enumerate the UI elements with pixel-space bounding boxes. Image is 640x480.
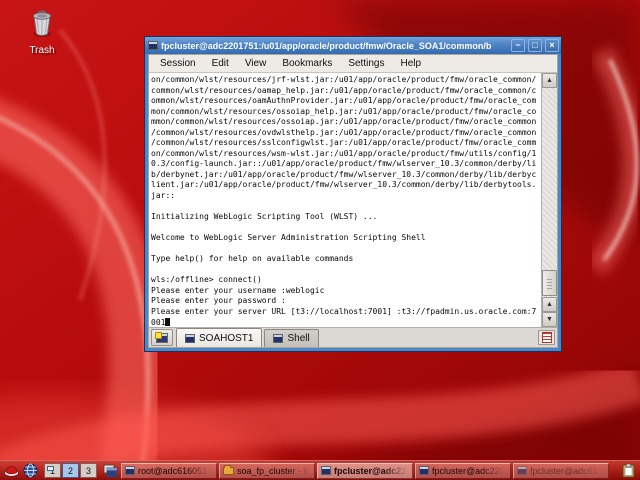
globe-icon [23,463,38,478]
close-button[interactable]: × [545,39,559,52]
terminal-line: mmon/common/wlst/resources/ossoiap.jar:/… [151,117,541,128]
konsole-window: fpcluster@adc2201751:/u01/app/oracle/pro… [144,36,562,352]
terminal-line: lient.jar:/u01/app/oracle/product/fmw/wl… [151,180,541,191]
window-titlebar[interactable]: fpcluster@adc2201751:/u01/app/oracle/pro… [145,37,561,54]
konsole-icon [321,466,331,475]
menu-item-help[interactable]: Help [392,56,429,71]
terminal-line: Please enter your password : [151,296,541,307]
menu-item-settings[interactable]: Settings [340,56,392,71]
red-hat-icon [4,464,19,478]
terminal-output[interactable]: on/common/wlst/resources/jrf-wlst.jar:/u… [149,73,541,327]
session-list-icon [542,332,552,343]
tab-soahost1[interactable]: SOAHOST1 [176,328,262,347]
maximize-button[interactable]: □ [528,39,542,52]
terminal-line: on/common/wlst/resources/wsm-wlst.jar:/u… [151,149,541,160]
session-list-button[interactable] [538,330,555,345]
terminal-line: Please enter your username :weblogic [151,286,541,297]
tabs-container: SOAHOST1 Shell [176,328,321,347]
tab-label: Shell [287,333,309,344]
terminal-line: /common/wlst/resources/ovdwlsthelp.jar:/… [151,128,541,139]
terminal-line: Initializing WebLogic Scripting Tool (WL… [151,212,541,223]
task-label: root@adc6160517 [138,466,213,476]
terminal-line: Type help() for help on available comman… [151,254,541,265]
tab-shell[interactable]: Shell [264,329,318,347]
task-button[interactable]: root@adc6160517 [121,463,217,479]
scroll-up-icon-bottom[interactable]: ▲ [542,297,557,312]
task-label: fpcluster@adc22 [334,466,409,476]
taskbar: 12 3 root@adc6160517 soa_fp_cluster - K fpc… [0,460,640,480]
browser-launcher-button[interactable] [22,463,39,479]
konsole-window-icon [148,41,158,50]
minimize-button[interactable]: − [511,39,525,52]
pager-label: 3 [86,466,91,476]
task-button[interactable]: soa_fp_cluster - K [219,463,315,479]
tab-label: SOAHOST1 [199,333,253,344]
task-button-list: root@adc6160517 soa_fp_cluster - K fpclust… [121,463,618,479]
menu-item-session[interactable]: Session [152,56,204,71]
terminal-line: Welcome to WebLogic Server Administratio… [151,233,541,244]
trash-icon [27,8,57,38]
text-cursor [165,318,170,326]
konsole-icon [125,466,135,475]
terminal-line: common/wlst/resources/oamap_help.jar:/u0… [151,86,541,97]
window-title: fpcluster@adc2201751:/u01/app/oracle/pro… [161,41,508,51]
new-session-button[interactable] [151,329,173,346]
new-session-icon [156,333,168,343]
terminal-line: mon/common/wlst/resources/ossoiap_help.j… [151,107,541,118]
terminal-line [151,223,541,234]
terminal-cursor-text: 001 [151,318,165,327]
klipper-tray-button[interactable] [620,463,637,479]
pager-desktop-1[interactable]: 1 [44,463,61,478]
scrollbar-track[interactable] [542,88,557,297]
show-desktop-icon [103,464,118,478]
show-desktop-button[interactable] [102,463,119,479]
terminal-line: Please enter your server URL [t3://local… [151,307,541,318]
terminal-cursor-line: 001 [151,318,541,327]
terminal-line: jar:: [151,191,541,202]
scroll-down-icon[interactable]: ▼ [542,312,557,327]
tab-bar: SOAHOST1 Shell [149,327,557,347]
konsole-icon [517,466,527,475]
terminal-line: 0.3/config-launch.jar::/u01/app/oracle/p… [151,159,541,170]
task-button[interactable]: fpcluster@adc22 [317,463,413,479]
task-label: fpcluster@adc220 [432,466,507,476]
trash-label: Trash [14,45,70,56]
scrollbar-thumb[interactable] [542,270,557,296]
desktop: Trash fpcluster@adc2201751:/u01/app/orac… [0,0,640,480]
launcher-menu-button[interactable] [3,463,20,479]
terminal-line: ommon/wlst/resources/oamAuthnProvider.ja… [151,96,541,107]
terminal-line: on/common/wlst/resources/jrf-wlst.jar:/u… [151,75,541,86]
folder-icon [223,467,234,475]
konsole-tab-icon [273,334,283,343]
terminal-line: wls:/offline> connect() [151,275,541,286]
window-body: SessionEditViewBookmarksSettingsHelp on/… [148,54,558,348]
terminal-line: /common/wlst/resources/sslconfigwlst.jar… [151,138,541,149]
terminal-line [151,202,541,213]
menu-item-bookmarks[interactable]: Bookmarks [274,56,340,71]
menu-item-edit[interactable]: Edit [204,56,237,71]
pager-desktop-3[interactable]: 3 [80,463,97,478]
scroll-up-icon[interactable]: ▲ [542,73,557,88]
clipboard-icon [622,463,635,478]
terminal-line [151,244,541,255]
terminal-line [151,265,541,276]
konsole-tab-icon [185,334,195,343]
desktop-pager: 12 3 [44,463,97,478]
konsole-icon [419,466,429,475]
pager-window-preview [47,466,54,471]
task-label: soa_fp_cluster - K [237,466,311,476]
desktop-icon-trash[interactable]: Trash [14,8,70,56]
terminal-area: on/common/wlst/resources/jrf-wlst.jar:/u… [149,73,557,327]
task-button[interactable]: fpcluster@adc220 [415,463,511,479]
scrollbar[interactable]: ▲ ▲ ▼ [541,73,557,327]
task-label: fpcluster@adc61 [530,466,605,476]
pager-desktop-2[interactable]: 2 [62,463,79,478]
pager-label: 2 [68,466,73,476]
menu-bar: SessionEditViewBookmarksSettingsHelp [149,55,557,73]
task-button[interactable]: fpcluster@adc61 [513,463,609,479]
terminal-line: b/derbynet.jar:/u01/app/oracle/product/f… [151,170,541,181]
menu-item-view[interactable]: View [237,56,275,71]
